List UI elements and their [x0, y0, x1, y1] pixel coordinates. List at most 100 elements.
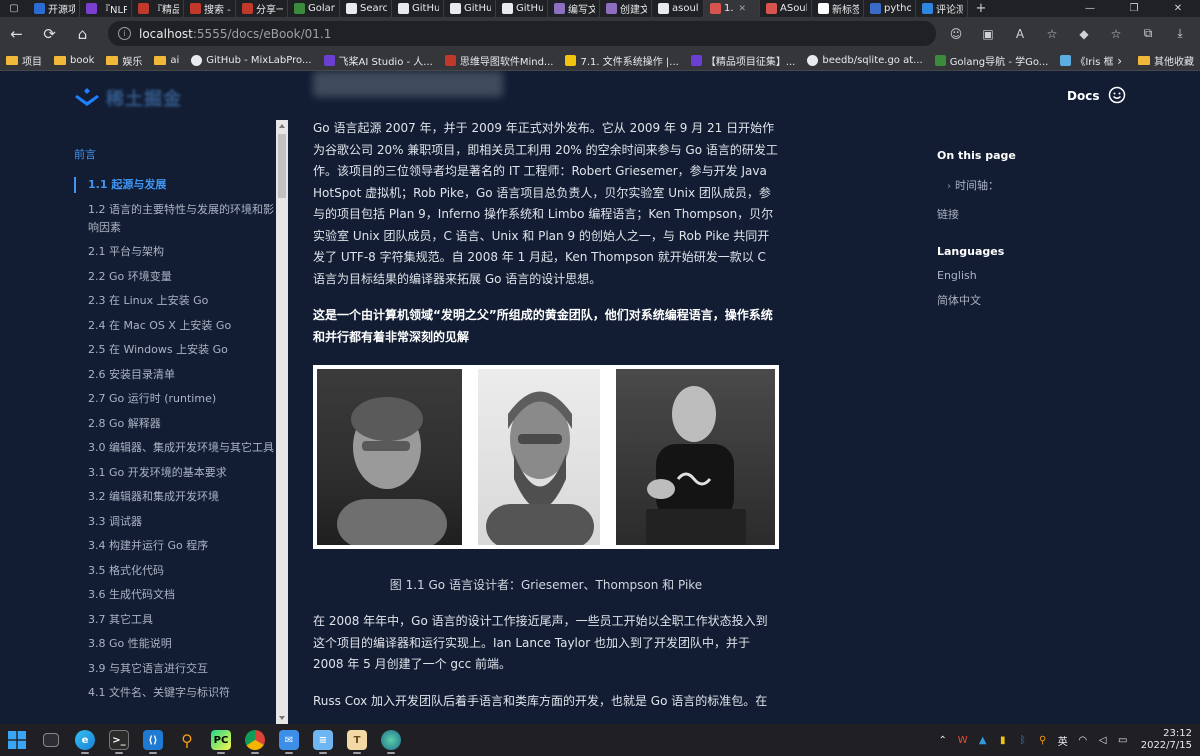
home-icon[interactable]: ⌂: [66, 17, 99, 50]
browser-tab[interactable]: GitHub: [496, 0, 548, 17]
bookmark-item[interactable]: 项目: [6, 53, 42, 68]
sidebar-item[interactable]: 2.4 在 Mac OS X 上安装 Go: [74, 317, 276, 335]
browser-tab[interactable]: 编写文: [548, 0, 600, 17]
browser-tab[interactable]: 新标签: [812, 0, 864, 17]
tray-ime-icon[interactable]: 英: [1055, 732, 1071, 748]
sidebar-item[interactable]: 2.3 在 Linux 上安装 Go: [74, 292, 276, 310]
sidebar-item[interactable]: 3.9 与其它语言进行交互: [74, 660, 276, 678]
vscode-icon[interactable]: ⟨⟩: [136, 724, 170, 756]
tray-folder-icon[interactable]: ▮: [995, 732, 1011, 748]
sidebar-item[interactable]: 3.7 其它工具: [74, 611, 276, 629]
bookmark-item[interactable]: 娱乐: [106, 53, 142, 68]
pycharm-icon[interactable]: PC: [204, 724, 238, 756]
sidebar-item[interactable]: 2.1 平台与架构: [74, 243, 276, 261]
site-info-icon[interactable]: i: [118, 27, 131, 40]
tray-search-icon[interactable]: ⚲: [1035, 732, 1051, 748]
browser-tab[interactable]: Golang: [288, 0, 340, 17]
collections-icon[interactable]: ⧉: [1132, 26, 1164, 41]
bookmark-item[interactable]: Golang导航 - 学Go...: [934, 53, 1048, 68]
sidebar-item[interactable]: 1.2 语言的主要特性与发展的环境和影响因素: [74, 201, 276, 237]
sidebar-item[interactable]: 3.3 调试器: [74, 513, 276, 531]
volume-icon[interactable]: ◁: [1095, 732, 1111, 748]
sidebar-item[interactable]: 3.5 格式化代码: [74, 562, 276, 580]
address-input[interactable]: i localhost:5555/docs/eBook/01.1: [108, 21, 936, 46]
sidebar-item[interactable]: 3.0 编辑器、集成开发环境与其它工具: [74, 439, 276, 457]
sidebar-item[interactable]: 2.7 Go 运行时 (runtime): [74, 390, 276, 408]
notepad-icon[interactable]: ≡: [306, 724, 340, 756]
sidebar-item[interactable]: 4.1 文件名、关键字与标识符: [74, 684, 276, 702]
browser-tab[interactable]: ASoul: [760, 0, 812, 17]
language-chinese[interactable]: 简体中文: [937, 292, 1137, 308]
browser-tab[interactable]: Search: [340, 0, 392, 17]
browser-tab[interactable]: 创建文: [600, 0, 652, 17]
typora-icon[interactable]: T: [340, 724, 374, 756]
tray-drive-icon[interactable]: ▲: [975, 732, 991, 748]
bookmark-item[interactable]: GitHub - MixLabPro...: [191, 54, 312, 66]
browser-tab[interactable]: GitHub: [392, 0, 444, 17]
tray-chevron-icon[interactable]: ⌃: [935, 732, 951, 748]
sidebar-item[interactable]: 3.4 构建并运行 Go 程序: [74, 537, 276, 555]
sidebar-section-title[interactable]: 前言: [74, 146, 276, 162]
sidebar-item[interactable]: 2.8 Go 解释器: [74, 415, 276, 433]
browser-tab[interactable]: 『NLP: [80, 0, 132, 17]
scrollbar-thumb[interactable]: [278, 134, 286, 198]
task-view-icon[interactable]: [34, 724, 68, 756]
reload-icon[interactable]: ⟳: [33, 17, 66, 50]
bookmark-item[interactable]: beedb/sqlite.go at...: [807, 54, 923, 66]
sidebar-item[interactable]: 1.1 起源与发展: [74, 176, 276, 194]
bookmark-item[interactable]: 7.1. 文件系统操作 |...: [565, 53, 679, 68]
language-english[interactable]: English: [937, 269, 1137, 282]
start-button[interactable]: [0, 724, 34, 756]
wifi-icon[interactable]: ◠: [1075, 732, 1091, 748]
browser-tab[interactable]: 评论测: [916, 0, 968, 17]
search-app-icon[interactable]: ⚲: [170, 724, 204, 756]
translate-icon[interactable]: A: [1004, 27, 1036, 41]
sidebar-item[interactable]: 2.5 在 Windows 上安装 Go: [74, 341, 276, 359]
toc-item-timeline[interactable]: › 时间轴：: [937, 177, 1137, 193]
new-tab-button[interactable]: +: [968, 0, 994, 17]
bookmark-item[interactable]: book: [54, 55, 94, 66]
bookmark-item[interactable]: ai: [154, 55, 179, 66]
taskbar-clock[interactable]: 23:12 2022/7/15: [1141, 728, 1192, 752]
minimize-icon[interactable]: —: [1068, 0, 1112, 17]
sidebar-item[interactable]: 2.6 安装目录清单: [74, 366, 276, 384]
browser-tab[interactable]: 搜索 -: [184, 0, 236, 17]
other-bookmarks[interactable]: › 其他收藏: [1113, 50, 1200, 70]
battery-icon[interactable]: ▭: [1115, 732, 1131, 748]
browser-tab[interactable]: 分享一: [236, 0, 288, 17]
close-tab-icon[interactable]: ✕: [739, 4, 747, 14]
favorites-bar-icon[interactable]: ☆: [1100, 27, 1132, 41]
browser-tab[interactable]: GitHub: [444, 0, 496, 17]
extension-icon[interactable]: ☺: [940, 27, 972, 41]
bookmark-item[interactable]: 思维导图软件Mind...: [444, 53, 553, 68]
browser-tab[interactable]: 开源项: [28, 0, 80, 17]
sidebar-item[interactable]: 3.8 Go 性能说明: [74, 635, 276, 653]
window-menu-icon[interactable]: ▢: [0, 0, 28, 17]
sidebar-item[interactable]: 3.6 生成代码文档: [74, 586, 276, 604]
sidebar-item[interactable]: 2.2 Go 环境变量: [74, 268, 276, 286]
close-window-icon[interactable]: ✕: [1156, 0, 1200, 17]
sidebar-item[interactable]: 3.1 Go 开发环境的基本要求: [74, 464, 276, 482]
browser-tab[interactable]: python: [864, 0, 916, 17]
sidebar-item[interactable]: 3.2 编辑器和集成开发环境: [74, 488, 276, 506]
restore-icon[interactable]: ❐: [1112, 0, 1156, 17]
scroll-up-icon[interactable]: [279, 124, 285, 128]
docs-nav-link[interactable]: Docs: [1067, 89, 1099, 103]
download-icon[interactable]: ⤓: [1164, 26, 1196, 41]
chrome-icon[interactable]: [238, 724, 272, 756]
bookmark-item[interactable]: 【精品项目征集】...: [690, 53, 795, 68]
edge-icon[interactable]: e: [68, 724, 102, 756]
toc-item-links[interactable]: 链接: [937, 206, 1137, 222]
site-logo[interactable]: 稀土掘金: [74, 85, 182, 111]
favorite-icon[interactable]: ☆: [1036, 27, 1068, 41]
tray-bluetooth-icon[interactable]: ᛒ: [1015, 732, 1031, 748]
mail-app-icon[interactable]: ✉: [272, 724, 306, 756]
extension-shield-icon[interactable]: ◆: [1068, 27, 1100, 41]
sidebar-scrollbar[interactable]: [276, 120, 288, 724]
browser-tab[interactable]: asoul: [652, 0, 704, 17]
back-icon[interactable]: ←: [0, 17, 33, 50]
terminal-icon[interactable]: >_: [102, 724, 136, 756]
scroll-down-icon[interactable]: [279, 716, 285, 720]
browser-tab[interactable]: 『精品: [132, 0, 184, 17]
theme-toggle-icon[interactable]: [1108, 86, 1126, 104]
